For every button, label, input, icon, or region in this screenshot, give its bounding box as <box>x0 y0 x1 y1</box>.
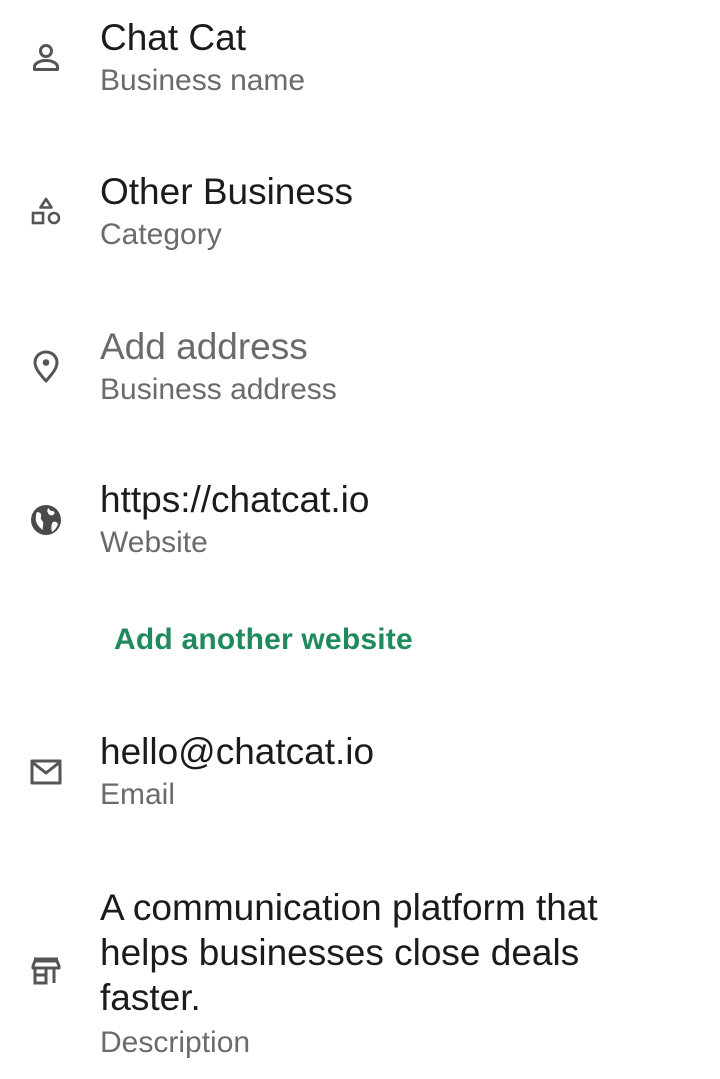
website-row[interactable]: https://chatcat.io Website <box>0 478 720 568</box>
business-name-label: Business name <box>100 64 306 97</box>
address-label: Business address <box>100 373 337 406</box>
business-name-row[interactable]: Chat Cat Business name <box>0 16 720 106</box>
category-value: Other Business <box>100 171 353 212</box>
website-value: https://chatcat.io <box>100 479 370 520</box>
person-icon <box>26 38 66 78</box>
description-label: Description <box>100 1026 251 1059</box>
business-name-value: Chat Cat <box>100 17 247 58</box>
location-pin-icon <box>26 347 66 387</box>
storefront-icon <box>26 951 66 991</box>
email-label: Email <box>100 778 176 811</box>
category-shapes-icon <box>26 192 66 232</box>
add-another-website-link[interactable]: Add another website <box>114 620 413 660</box>
description-row[interactable]: A communication platform that helps busi… <box>0 885 720 1065</box>
email-row[interactable]: hello@chatcat.io Email <box>0 730 720 820</box>
globe-icon <box>26 500 66 540</box>
category-label: Category <box>100 218 222 251</box>
address-row[interactable]: Add address Business address <box>0 325 720 415</box>
email-value: hello@chatcat.io <box>100 731 375 772</box>
envelope-icon <box>26 752 66 792</box>
address-input: Add address <box>100 326 308 367</box>
website-label: Website <box>100 526 208 559</box>
description-value: A communication platform that helps busi… <box>100 887 598 1018</box>
category-row[interactable]: Other Business Category <box>0 170 720 260</box>
